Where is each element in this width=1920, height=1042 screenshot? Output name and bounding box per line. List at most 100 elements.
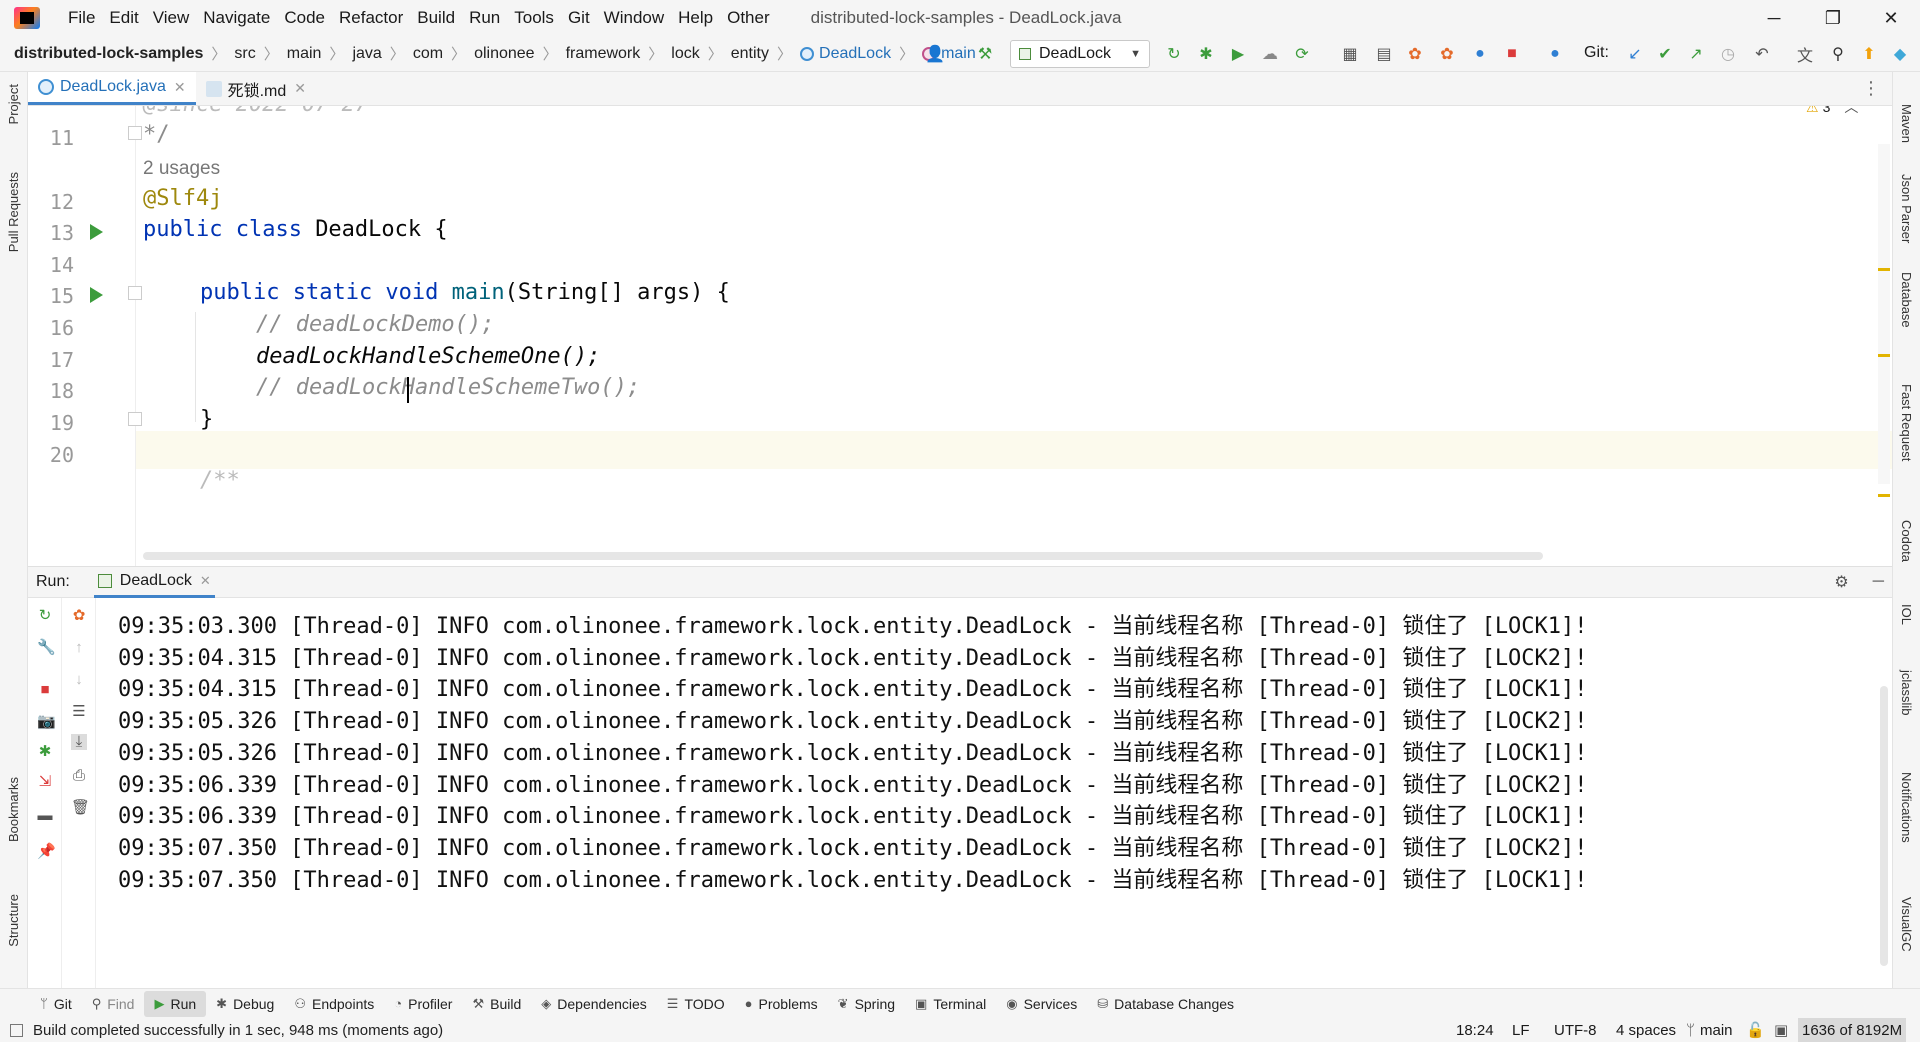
toolwindow-database-changes[interactable]: ⛁ Database Changes [1087,991,1244,1017]
previous-highlight-icon[interactable]: ︿ [1844,106,1858,117]
git-commit-icon[interactable]: ✔ [1655,44,1675,64]
menu-help[interactable]: Help [671,8,720,28]
inspection-widget[interactable]: ⚠ 3 ︿ ﹀ [1806,106,1884,120]
error-stripe[interactable] [1878,144,1890,484]
menu-navigate[interactable]: Navigate [196,8,277,28]
restore-button[interactable]: ❐ [1804,0,1862,36]
dump-threads-icon[interactable]: 📷 [37,714,56,730]
tool-project[interactable]: Project [6,84,21,124]
build-hammer-icon[interactable]: ⚒ [975,44,995,64]
plugin-two-icon[interactable]: ✿ [1437,44,1457,64]
menu-refactor[interactable]: Refactor [332,8,410,28]
settings-gear-icon[interactable]: ⚙ [1834,572,1848,592]
toolwindow-profiler[interactable]: ◔ Profiler [384,991,462,1017]
up-arrow-icon[interactable]: ↑ [71,640,87,656]
close-tab-icon[interactable]: ✕ [174,79,186,96]
coverage-icon[interactable]: ▶ [1228,44,1248,64]
update-icon[interactable]: ⬆ [1859,44,1879,64]
menu-code[interactable]: Code [277,8,332,28]
toolwindow-todo[interactable]: ☰ TODO [657,991,735,1017]
console-plugin-icon[interactable]: ✿ [71,608,87,624]
assistant-icon[interactable]: ● [1545,44,1565,64]
search-icon[interactable]: ⚲ [1828,44,1848,64]
toolwindow-run[interactable]: ▶ Run [144,990,207,1017]
menu-file[interactable]: File [52,8,102,28]
usages-hint[interactable]: 2 usages [143,158,220,180]
exit-icon[interactable]: ⇲ [37,774,53,790]
breadcrumb-lock[interactable]: lock 〉 [671,43,730,64]
horizontal-scrollbar[interactable] [143,552,1543,560]
close-tab-icon[interactable]: ✕ [294,80,306,97]
menu-build[interactable]: Build [410,8,462,28]
menu-run[interactable]: Run [462,8,507,28]
readonly-icon[interactable]: ▣ [1774,1018,1788,1042]
file-encoding[interactable]: UTF-8 [1554,1018,1597,1042]
menu-edit[interactable]: Edit [102,8,145,28]
git-history-icon[interactable]: ◷ [1718,44,1738,64]
menu-other[interactable]: Other [720,8,777,28]
tool-visualgc[interactable]: VisualGC [1899,897,1914,952]
rerun-icon[interactable]: ↻ [37,608,53,624]
docker-icon[interactable]: ▦ [1340,44,1360,64]
run-gutter-icon[interactable] [90,224,103,240]
menu-view[interactable]: View [146,8,197,28]
toolwindow-spring[interactable]: ❦ Spring [828,991,905,1017]
warning-mark[interactable] [1878,494,1890,497]
git-branch-widget[interactable]: ᛘ main [1686,1018,1733,1042]
tool-json-parser[interactable]: Json Parser [1899,174,1914,243]
breadcrumb-main[interactable]: main 〉 [287,43,353,64]
git-rollback-icon[interactable]: ↶ [1752,44,1772,64]
toolwindow-endpoints[interactable]: ⚇ Endpoints [284,991,384,1017]
pin-icon[interactable]: 📌 [37,844,56,860]
breadcrumb-framework[interactable]: framework 〉 [566,43,672,64]
tool-maven[interactable]: Maven [1899,104,1914,143]
tool-structure[interactable]: Structure [6,894,21,947]
warning-mark[interactable] [1878,354,1890,357]
caret-position[interactable]: 18:24 [1456,1018,1494,1042]
run-gutter-icon[interactable] [90,287,103,303]
tool-codota[interactable]: Codota [1899,520,1914,562]
stop-icon[interactable]: ■ [37,682,53,698]
breadcrumb-class[interactable]: DeadLock 〉 [800,43,922,64]
fold-marker-icon[interactable] [128,126,142,140]
run-options-icon[interactable]: ⟳ [1292,44,1312,64]
minimize-button[interactable]: ─ [1745,0,1803,36]
git-push-icon[interactable]: ↗ [1686,44,1706,64]
breadcrumb-entity[interactable]: entity 〉 [731,43,800,64]
profiler-icon[interactable]: ☁ [1260,44,1280,64]
debug-icon[interactable]: ✱ [1196,44,1216,64]
toolwindow-terminal[interactable]: ▣ Terminal [905,991,996,1017]
tool-notifications[interactable]: Notifications [1899,772,1914,843]
tool-iol[interactable]: IOL [1899,604,1914,625]
tool-bookmarks[interactable]: Bookmarks [6,777,21,842]
toolwindow-problems[interactable]: ● Problems [735,991,828,1017]
more-options-icon[interactable]: ⋮ [1862,78,1880,99]
tab-deadlock-java[interactable]: DeadLock.java ✕ [28,72,196,105]
modify-config-icon[interactable]: 🔧 [37,640,56,656]
status-message[interactable]: Build completed successfully in 1 sec, 9… [33,1022,443,1039]
breadcrumb-src[interactable]: src 〉 [234,43,286,64]
toolwindow-debug[interactable]: ✱ Debug [206,991,284,1017]
trash-icon[interactable]: 🗑 [71,800,90,816]
warning-mark[interactable] [1878,268,1890,271]
breadcrumb-com[interactable]: com 〉 [413,43,474,64]
tab-deadlock-md[interactable]: 死锁.md ✕ [196,72,316,105]
tool-fast-request[interactable]: Fast Request [1899,384,1914,461]
lock-icon[interactable]: 🔓 [1746,1018,1765,1042]
toggle-toolwindows-icon[interactable] [10,1023,23,1037]
menu-tools[interactable]: Tools [507,8,561,28]
breadcrumb-java[interactable]: java 〉 [352,43,412,64]
translate-icon[interactable]: 文 [1795,44,1815,65]
fold-marker-icon[interactable] [128,412,142,426]
stop-icon[interactable]: ■ [1502,44,1522,64]
layout-icon[interactable]: ▬ [37,808,53,824]
scroll-to-end-icon[interactable]: ⤓ [71,734,87,750]
line-separator[interactable]: LF [1512,1018,1530,1042]
tool-database[interactable]: Database [1899,272,1914,328]
breadcrumb-project[interactable]: distributed-lock-samples 〉 [14,43,234,64]
database-tool-icon[interactable]: ▤ [1374,44,1394,64]
memory-indicator[interactable]: 1636 of 8192M [1798,1018,1907,1042]
soft-wrap-icon[interactable]: ☰ [71,704,87,720]
code-editor[interactable]: @since 2022-07-27 11 */ 2 usages 12 @Slf… [28,106,1892,566]
hide-panel-icon[interactable]: ─ [1873,573,1884,591]
